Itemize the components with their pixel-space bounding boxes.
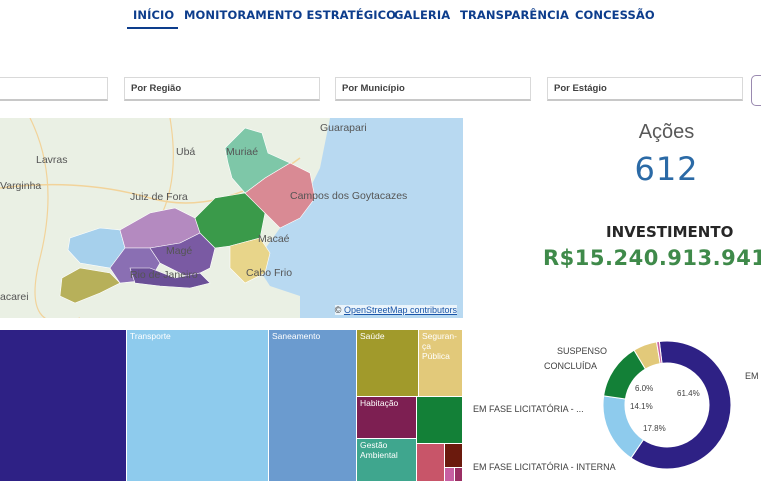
map-attribution: © OpenStreetMap contributors (334, 305, 457, 315)
status-donut-chart (602, 340, 732, 470)
map-place-label: Lavras (36, 154, 68, 166)
map-place-label: Varginha (0, 180, 42, 192)
map-place-label: Macaé (258, 233, 290, 245)
donut-pct-label: 14.1% (630, 402, 653, 411)
osm-link[interactable]: OpenStreetMap contributors (344, 305, 457, 315)
treemap-tile-transporte[interactable]: Transporte (127, 330, 269, 482)
treemap-tile[interactable] (445, 468, 455, 482)
top-nav: INÍCIO MONITORAMENTO ESTRATÉGICO GALERIA… (0, 8, 761, 30)
map-place-label: Magé (166, 245, 193, 257)
investimento-label: INVESTIMENTO (606, 223, 734, 241)
map-panel[interactable]: Guarapari Lavras Ubá Varginha Juiz de Fo… (0, 118, 463, 318)
map-place-label: Campos dos Goytacazes (290, 190, 408, 202)
donut-label-interna: EM FASE LICITATÓRIA - INTERNA (473, 462, 616, 472)
nav-galeria[interactable]: GALERIA (394, 8, 450, 22)
treemap-tile[interactable] (0, 330, 127, 482)
active-tab-indicator (127, 27, 178, 29)
donut-segments (602, 340, 732, 470)
filter-regiao[interactable]: Por Região (124, 77, 320, 101)
map-place-label: acarei (0, 291, 29, 303)
treemap-tile-gestao-ambiental[interactable]: Gestão Ambiental (357, 439, 417, 482)
donut-pct-label: 61.4% (677, 389, 700, 398)
treemap-tile-saneamento[interactable]: Saneamento (269, 330, 357, 482)
map-place-label: Ubá (176, 146, 196, 158)
map-place-label: Guarapari (320, 122, 367, 134)
map-place-label: Cabo Frio (246, 267, 293, 279)
map-place-label: Juiz de Fora (130, 191, 188, 203)
region-costa-verde[interactable] (59, 267, 121, 304)
treemap-tile[interactable] (417, 444, 445, 482)
filter-more-button[interactable] (751, 75, 761, 106)
treemap-tile-habitacao[interactable]: Habitação (357, 397, 417, 439)
nav-transparencia[interactable]: TRANSPARÊNCIA (460, 8, 569, 22)
filter-first[interactable] (0, 77, 108, 101)
investimento-value: R$15.240.913.941, (543, 246, 761, 270)
nav-monitoramento[interactable]: MONITORAMENTO ESTRATÉGICO (184, 8, 396, 22)
map-place-label: Muriaé (226, 146, 259, 158)
filter-estagio[interactable]: Por Estágio (547, 77, 743, 101)
treemap-tile[interactable] (417, 397, 463, 444)
map-place-label: Rio de Janeiro (130, 269, 198, 281)
nav-inicio[interactable]: INÍCIO (133, 8, 174, 22)
donut-label-suspenso: SUSPENSO (557, 346, 608, 356)
treemap-tile[interactable] (455, 468, 463, 482)
treemap-tile[interactable] (445, 444, 463, 468)
donut-pct-label: 6.0% (635, 384, 654, 393)
acoes-value: 612 (634, 150, 699, 188)
donut-label-em-execucao: EM EX (745, 371, 761, 381)
acoes-label: Ações (638, 121, 695, 143)
treemap-chart: Transporte Saneamento Saúde Seguran-ça P… (0, 330, 463, 482)
donut-pct-label: 17.8% (643, 424, 666, 433)
treemap-tile-seguranca[interactable]: Seguran-ça Pública (419, 330, 463, 397)
nav-concessao[interactable]: CONCESSÃO (575, 8, 655, 22)
donut-label-concluida: CONCLUÍDA (544, 361, 598, 371)
donut-label-externa: EM FASE LICITATÓRIA - ... (473, 404, 584, 414)
treemap-tile-saude[interactable]: Saúde (357, 330, 419, 397)
filter-municipio[interactable]: Por Município (335, 77, 531, 101)
